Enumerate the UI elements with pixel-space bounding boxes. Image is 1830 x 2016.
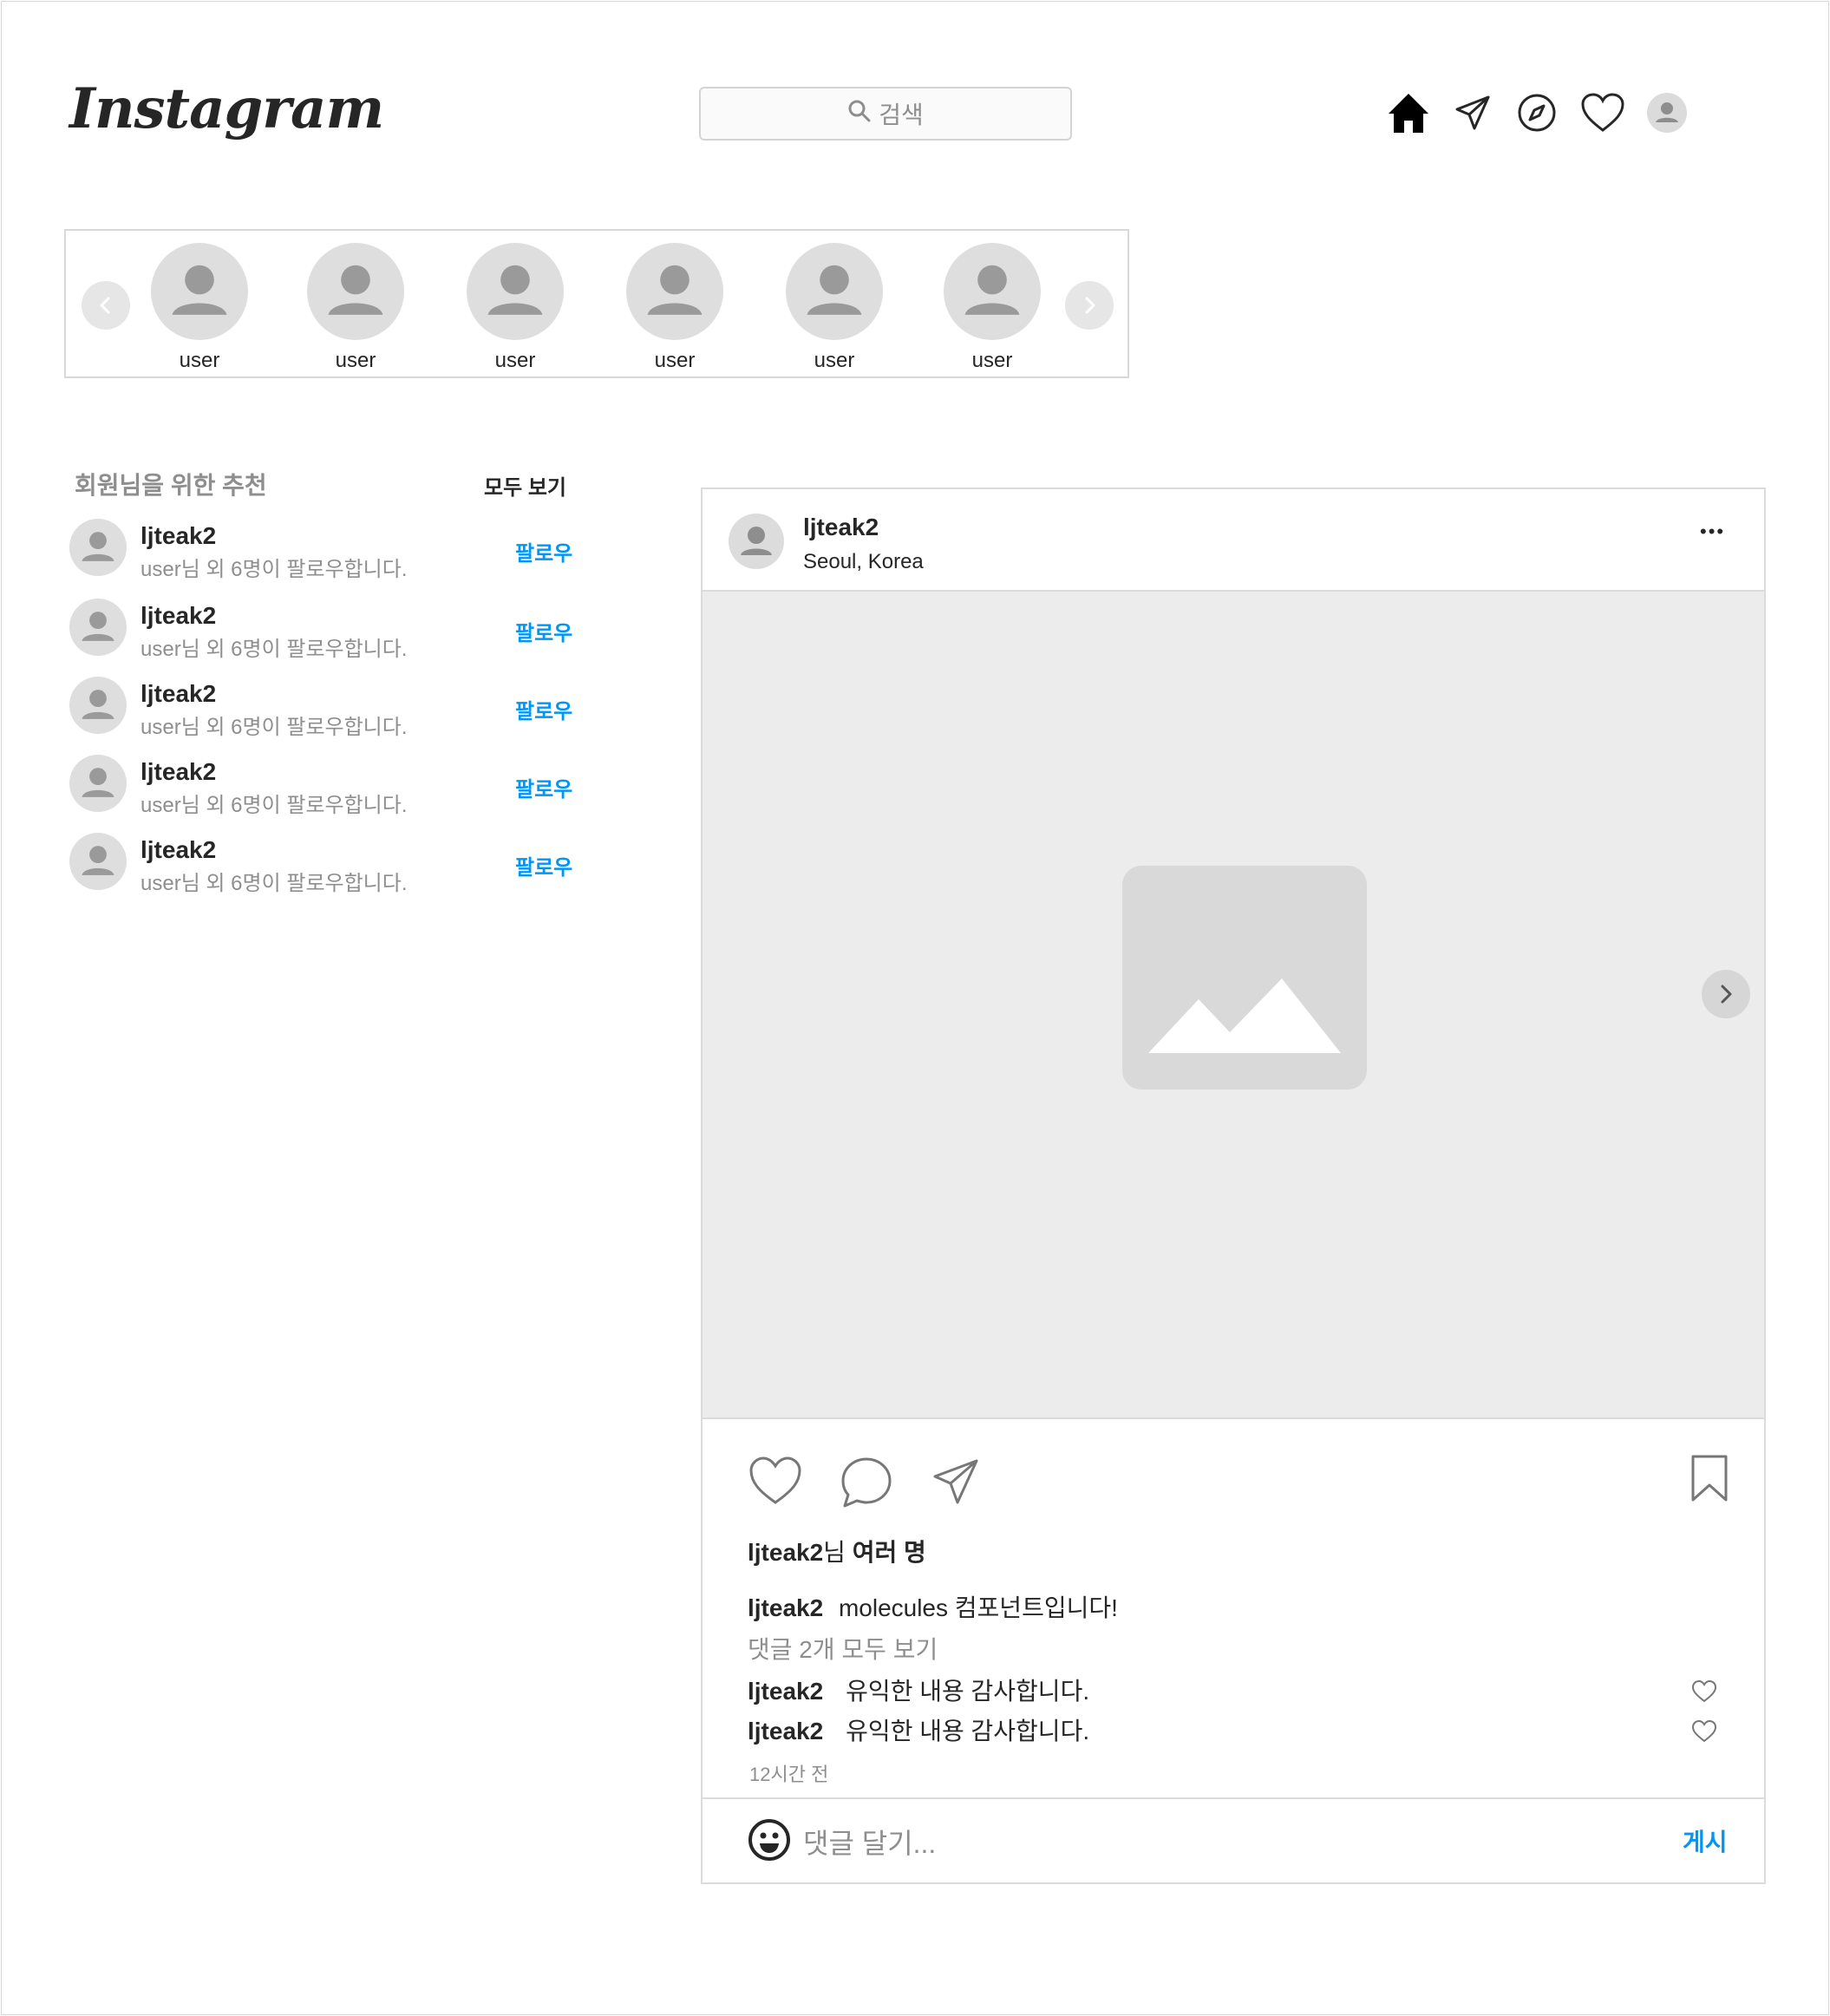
story-avatar — [626, 243, 723, 340]
post-timestamp: 12시간 전 — [749, 1764, 829, 1785]
see-all-link[interactable]: 모두 보기 — [484, 470, 566, 501]
post-more-button[interactable]: ••• — [1700, 520, 1725, 543]
recommendation-row: ljteak2 user님 외 6명이 팔로우합니다. 팔로우 — [69, 599, 590, 661]
post-comment-button[interactable]: 게시 — [1683, 1823, 1728, 1858]
recommendation-avatar[interactable] — [69, 833, 127, 890]
follow-button[interactable]: 팔로우 — [515, 536, 572, 566]
recommendation-subtext: user님 외 6명이 팔로우합니다. — [141, 716, 408, 739]
recommendation-username[interactable]: ljteak2 — [141, 602, 216, 630]
profile-icon[interactable] — [1644, 90, 1689, 135]
instagram-logo[interactable]: Instagram — [69, 76, 384, 141]
chevron-right-icon — [1085, 297, 1095, 314]
caption: ljteak2 molecules 컴포넌트입니다! — [748, 1589, 1118, 1624]
story-avatar — [307, 243, 404, 340]
comment-icon[interactable] — [840, 1456, 893, 1514]
activity-heart-icon[interactable] — [1580, 90, 1625, 135]
share-icon[interactable] — [931, 1457, 980, 1510]
comment-like-icon[interactable] — [1691, 1719, 1717, 1748]
story-item[interactable]: user — [467, 243, 564, 373]
recommendation-subtext: user님 외 6명이 팔로우합니다. — [141, 558, 408, 581]
caption-text: molecules 컴포넌트입니다! — [838, 1594, 1118, 1621]
recommendation-row: ljteak2 user님 외 6명이 팔로우합니다. 팔로우 — [69, 677, 590, 739]
direct-icon[interactable] — [1450, 90, 1495, 135]
story-item[interactable]: user — [786, 243, 883, 373]
recommendation-row: ljteak2 user님 외 6명이 팔로우합니다. 팔로우 — [69, 755, 590, 817]
story-label: user — [179, 349, 220, 372]
story-avatar — [151, 243, 248, 340]
likes-others[interactable]: 여러 명 — [853, 1539, 926, 1566]
recommendation-row: ljteak2 user님 외 6명이 팔로우합니다. 팔로우 — [69, 519, 590, 581]
view-all-comments-link[interactable]: 댓글 2개 모두 보기 — [748, 1631, 938, 1666]
comment-input[interactable]: 댓글 달기... — [803, 1822, 936, 1862]
story-label: user — [335, 349, 376, 372]
post-username[interactable]: ljteak2 — [803, 514, 879, 541]
image-placeholder-icon — [1122, 866, 1367, 1090]
explore-icon[interactable] — [1514, 90, 1559, 135]
story-item[interactable]: user — [944, 243, 1041, 373]
post-avatar[interactable] — [729, 514, 784, 569]
recommendation-username[interactable]: ljteak2 — [141, 758, 216, 786]
recommendation-row: ljteak2 user님 외 6명이 팔로우합니다. 팔로우 — [69, 833, 590, 895]
comment-row: ljteak2 유익한 내용 감사합니다. — [748, 1672, 1089, 1707]
story-label: user — [814, 349, 855, 372]
comment-user[interactable]: ljteak2 — [748, 1718, 823, 1744]
post-location[interactable]: Seoul, Korea — [803, 550, 924, 574]
recommendations-title: 회원님을 위한 추천 — [75, 472, 267, 499]
caption-user[interactable]: ljteak2 — [748, 1594, 823, 1621]
search-placeholder: 검색 — [879, 101, 924, 128]
comment-row: ljteak2 유익한 내용 감사합니다. — [748, 1712, 1089, 1747]
comment-like-icon[interactable] — [1691, 1679, 1717, 1708]
post-actions-divider — [703, 1417, 1764, 1419]
recommendation-avatar[interactable] — [69, 599, 127, 656]
likes-suffix: 님 — [823, 1539, 846, 1566]
recommendation-username[interactable]: ljteak2 — [141, 522, 216, 550]
emoji-icon[interactable] — [748, 1818, 791, 1866]
home-icon[interactable] — [1386, 90, 1431, 135]
story-item[interactable]: user — [151, 243, 248, 373]
bookmark-icon[interactable] — [1689, 1454, 1729, 1507]
comment-text: 유익한 내용 감사합니다. — [846, 1718, 1090, 1744]
story-avatar — [786, 243, 883, 340]
recommendation-username[interactable]: ljteak2 — [141, 680, 216, 708]
story-label: user — [494, 349, 536, 372]
chevron-right-icon — [1721, 985, 1732, 1004]
story-avatar — [467, 243, 564, 340]
recommendation-avatar[interactable] — [69, 677, 127, 734]
story-item[interactable]: user — [307, 243, 404, 373]
recommendation-subtext: user님 외 6명이 팔로우합니다. — [141, 638, 408, 661]
stories-prev-button[interactable] — [82, 281, 130, 330]
chevron-left-icon — [100, 297, 110, 314]
comment-user[interactable]: ljteak2 — [748, 1678, 823, 1705]
comment-text: 유익한 내용 감사합니다. — [846, 1678, 1090, 1705]
story-label: user — [971, 349, 1013, 372]
recommendation-subtext: user님 외 6명이 팔로우합니다. — [141, 872, 408, 895]
search-icon — [847, 99, 872, 129]
story-item[interactable]: user — [626, 243, 723, 373]
recommendation-avatar[interactable] — [69, 755, 127, 812]
carousel-next-button[interactable] — [1702, 970, 1750, 1018]
likes-summary: ljteak2님 여러 명 — [748, 1534, 926, 1568]
search-input[interactable]: 검색 — [699, 87, 1072, 141]
recommendation-username[interactable]: ljteak2 — [141, 836, 216, 864]
follow-button[interactable]: 팔로우 — [515, 772, 572, 802]
likes-user[interactable]: ljteak2 — [748, 1539, 823, 1566]
recommendation-subtext: user님 외 6명이 팔로우합니다. — [141, 794, 408, 817]
stories-next-button[interactable] — [1065, 281, 1114, 330]
follow-button[interactable]: 팔로우 — [515, 616, 572, 646]
follow-button[interactable]: 팔로우 — [515, 850, 572, 880]
story-label: user — [654, 349, 696, 372]
story-avatar — [944, 243, 1041, 340]
recommendation-avatar[interactable] — [69, 519, 127, 576]
like-heart-icon[interactable] — [748, 1456, 803, 1510]
follow-button[interactable]: 팔로우 — [515, 694, 572, 724]
